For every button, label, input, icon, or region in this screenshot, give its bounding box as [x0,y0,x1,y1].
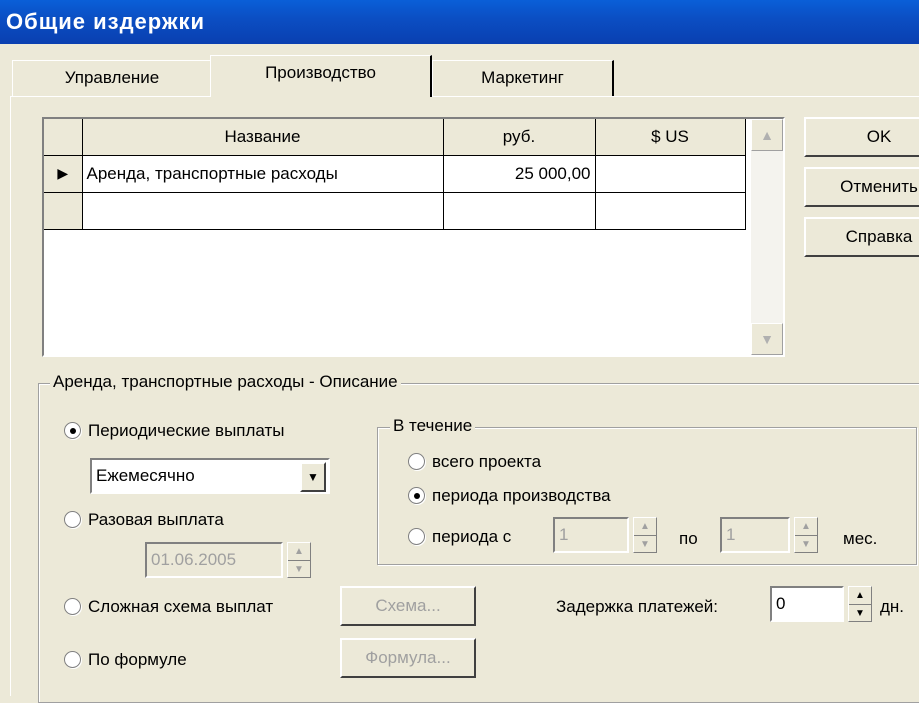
period-to-label: по [679,529,698,548]
date-spinner[interactable]: ▲ ▼ [287,542,311,578]
radio-period-from-dot [408,528,425,545]
cell-usd[interactable] [595,155,746,193]
ok-button[interactable]: OK [804,117,919,157]
cell-usd[interactable] [595,192,746,230]
radio-complex[interactable]: Сложная схема выплат [64,596,273,618]
during-group-label: В течение [390,416,476,436]
spin-down-icon[interactable]: ▼ [795,535,817,552]
scheme-button[interactable]: Схема... [340,586,476,626]
scroll-down-icon[interactable]: ▼ [751,323,783,355]
period-from-field[interactable]: 1 [553,517,629,553]
tab-production[interactable]: Производство [210,55,432,97]
tab-production-label: Производство [265,63,376,82]
cell-rub[interactable]: 25 000,00 [442,154,596,193]
column-header-name[interactable]: Название [82,119,444,156]
radio-period-from-label: периода с [432,527,512,546]
spin-down-icon[interactable]: ▼ [849,604,871,621]
radio-formula-label: По формуле [88,650,187,669]
delay-spinner[interactable]: ▲ ▼ [848,586,872,622]
radio-whole-project-label: всего проекта [432,452,542,471]
delay-field[interactable]: 0 [770,586,844,622]
column-header-usd[interactable]: $ US [595,119,746,156]
radio-complex-label: Сложная схема выплат [88,597,274,616]
spin-down-icon[interactable]: ▼ [634,535,656,552]
radio-whole-project-dot [408,453,425,470]
spin-up-icon[interactable]: ▲ [795,518,817,535]
radio-one-time-label: Разовая выплата [88,510,224,529]
tab-marketing[interactable]: Маркетинг [432,60,614,96]
frequency-value: Ежемесячно [96,466,195,485]
radio-formula[interactable]: По формуле [64,649,187,671]
radio-production-period-dot [408,487,425,504]
radio-production-period[interactable]: периода производства [408,485,611,507]
window-title: Общие издержки [0,0,919,44]
period-unit-label: мес. [843,529,878,548]
expenses-table: Название руб. $ US ▶ Аренда, транспортны… [44,119,746,230]
table-row[interactable] [44,192,746,230]
period-to-field[interactable]: 1 [720,517,790,553]
radio-periodic[interactable]: Периодические выплаты [64,420,285,442]
delay-unit-label: дн. [880,597,905,616]
spin-down-icon[interactable]: ▼ [288,560,310,577]
radio-complex-dot [64,598,81,615]
help-button[interactable]: Справка [804,217,919,257]
spin-up-icon[interactable]: ▲ [849,587,871,604]
frequency-select[interactable]: Ежемесячно ▼ [90,458,330,494]
row-header-corner [44,119,83,156]
radio-whole-project[interactable]: всего проекта [408,451,541,473]
chevron-down-icon[interactable]: ▼ [300,462,326,492]
cell-name[interactable]: Аренда, транспортные расходы [82,155,444,193]
tab-management-label: Управление [64,68,160,87]
radio-period-from[interactable]: периода с [408,526,511,548]
period-from-spinner[interactable]: ▲ ▼ [633,517,657,553]
tab-marketing-label: Маркетинг [481,68,564,87]
cell-rub[interactable] [443,192,596,230]
row-indicator-icon: ▶ [44,155,83,193]
description-group-label: Аренда, транспортные расходы - Описание [50,372,401,392]
table-row[interactable]: ▶ Аренда, транспортные расходы 25 000,00 [44,154,746,193]
cell-name[interactable] [82,192,444,230]
radio-one-time-dot [64,511,81,528]
radio-one-time[interactable]: Разовая выплата [64,509,224,531]
formula-button[interactable]: Формула... [340,638,476,678]
row-header-cell [44,192,83,230]
column-header-rub[interactable]: руб. [443,119,596,156]
grid-scrollbar[interactable]: ▲ ▼ [751,119,783,355]
period-to-spinner[interactable]: ▲ ▼ [794,517,818,553]
expenses-grid[interactable]: Название руб. $ US ▶ Аренда, транспортны… [42,117,785,357]
delay-label: Задержка платежей: [556,597,719,616]
radio-production-period-label: периода производства [432,486,611,505]
spin-up-icon[interactable]: ▲ [288,543,310,560]
radio-periodic-dot [64,422,81,439]
spin-up-icon[interactable]: ▲ [634,518,656,535]
radio-periodic-label: Периодические выплаты [88,421,285,440]
tab-management[interactable]: Управление [12,60,212,96]
radio-formula-dot [64,651,81,668]
cancel-button[interactable]: Отменить [804,167,919,207]
one-time-date-field[interactable]: 01.06.2005 [145,542,283,578]
scroll-up-icon[interactable]: ▲ [751,119,783,151]
